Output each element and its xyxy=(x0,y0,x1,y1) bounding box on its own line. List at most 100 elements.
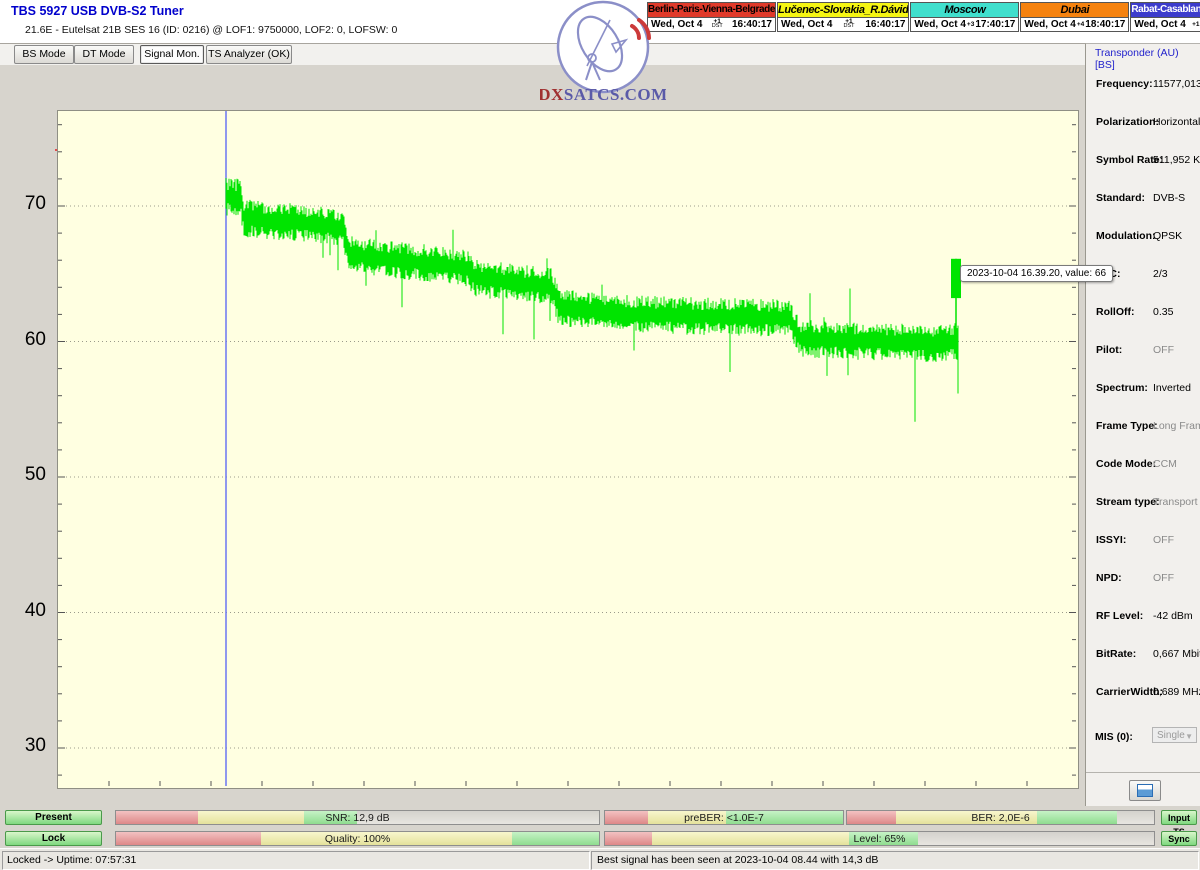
clock-time: 18:40:17 xyxy=(1085,19,1125,30)
transponder-row-label: Pilot: xyxy=(1096,344,1122,356)
transponder-row-value: CCM xyxy=(1153,458,1177,470)
quality-meter: Quality: 100% xyxy=(115,831,600,846)
transponder-row-value: 2/3 xyxy=(1153,268,1168,280)
lock-uptime-status: Locked -> Uptime: 07:57:31 xyxy=(3,852,589,868)
status-bar: Locked -> Uptime: 07:57:31 Best signal h… xyxy=(0,848,1200,870)
clock-time: 16:40:17 xyxy=(865,19,905,30)
meter-text: preBER: <1.0E-7 xyxy=(605,812,843,824)
tab-signal-mon[interactable]: Signal Mon. xyxy=(140,45,204,64)
clock-timezone-offset: +1 xyxy=(1192,22,1199,27)
chevron-down-icon: ▼ xyxy=(1185,729,1193,744)
clock-date: Wed, Oct 4 xyxy=(914,19,966,30)
clock-time: 17:40:17 xyxy=(975,19,1015,30)
transponder-row-label: Frequency: xyxy=(1096,78,1153,90)
clock-utc-offset: +1 xyxy=(1192,22,1199,27)
transponder-row-label: Frame Type: xyxy=(1096,420,1158,432)
transponder-row-label: Stream type: xyxy=(1096,496,1160,508)
present-indicator-button[interactable]: Present xyxy=(5,810,102,825)
transponder-row-value: Long Frame xyxy=(1153,420,1200,432)
clock-dst-flag: DST xyxy=(712,24,723,29)
transponder-row-value: Transport xyxy=(1153,496,1198,508)
clock-dst-flag: DST xyxy=(843,24,854,29)
y-axis-label: 40 xyxy=(8,600,46,622)
panel-separator xyxy=(1086,772,1200,773)
transponder-row-label: Modulation: xyxy=(1096,230,1155,242)
transponder-row-value: 11577,013 MHz xyxy=(1153,78,1200,90)
clock-time: 16:40:17 xyxy=(732,19,772,30)
transponder-row-value: 511,952 KS/s xyxy=(1153,154,1200,166)
transponder-row-label: RF Level: xyxy=(1096,610,1143,622)
transponder-row-value: QPSK xyxy=(1153,230,1182,242)
sync-ts-button[interactable]: Sync TS xyxy=(1161,831,1197,846)
clock-date: Wed, Oct 4 xyxy=(781,19,833,30)
y-axis-label: 60 xyxy=(8,329,46,351)
satellite-subtitle: 21.6E - Eutelsat 21B SES 16 (ID: 0216) @… xyxy=(25,24,397,36)
transponder-row-label: NPD: xyxy=(1096,572,1122,584)
meter-text: SNR: 12,9 dB xyxy=(116,812,599,824)
meter-text: Level: 65% xyxy=(605,833,1154,845)
page-title: TBS 5927 USB DVB-S2 Tuner xyxy=(11,4,184,18)
tab-dt-mode[interactable]: DT Mode xyxy=(74,45,134,64)
best-signal-status: Best signal has been seen at 2023-10-04 … xyxy=(592,852,1198,868)
transponder-row-label: ISSYI: xyxy=(1096,534,1126,546)
mis-label: MIS (0): xyxy=(1095,731,1133,743)
world-clocks: Berlin-Paris-Vienna-Belgrade Wed, Oct 4 +1… xyxy=(647,2,1198,32)
mis-selected-value: Single xyxy=(1157,730,1185,741)
ber-meter: BER: 2,0E-6 xyxy=(846,810,1155,825)
transponder-row-label: BitRate: xyxy=(1096,648,1136,660)
transponder-row-value: 0.35 xyxy=(1153,306,1173,318)
transponder-row-label: Standard: xyxy=(1096,192,1145,204)
tab-ts-analyzer-ok[interactable]: TS Analyzer (OK) xyxy=(206,45,292,64)
transponder-row-label: Code Mode: xyxy=(1096,458,1156,470)
world-clock: Rabat-Casablanca-LondonWed, Oct 4+115:40… xyxy=(1130,2,1200,32)
clock-date: Wed, Oct 4 xyxy=(1024,19,1076,30)
input-ts-button[interactable]: Input TS xyxy=(1161,810,1197,825)
clock-city-label: Dubai xyxy=(1021,3,1128,18)
transponder-row-value: OFF xyxy=(1153,534,1174,546)
export-button[interactable] xyxy=(1129,780,1161,801)
clock-timezone-offset: +4 xyxy=(1077,22,1084,27)
clock-date: Wed, Oct 4 xyxy=(1134,19,1186,30)
y-axis-label: 70 xyxy=(8,193,46,215)
tuner-app-window: TBS 5927 USB DVB-S2 Tuner 21.6E - Eutels… xyxy=(0,0,1200,870)
world-clock: Berlin-Paris-Vienna-BelgradeWed, Oct 4+1… xyxy=(647,2,776,32)
mis-dropdown[interactable]: Single ▼ xyxy=(1152,727,1197,743)
clock-utc-offset: +4 xyxy=(1077,22,1084,27)
status-panel-left: Locked -> Uptime: 07:57:31 xyxy=(2,851,590,870)
transponder-row-value: DVB-S xyxy=(1153,192,1185,204)
transponder-panel: Transponder (AU) [BS] Frequency:11577,01… xyxy=(1085,43,1200,806)
clock-city-label: Rabat-Casablanca-London xyxy=(1131,3,1200,18)
logo-text-dx: DX xyxy=(540,85,564,104)
satellite-dish-icon: DXSATCS.COM xyxy=(540,0,666,106)
world-clock: Lučenec-Slovakia_R.DávidWed, Oct 4+1DST1… xyxy=(777,2,909,32)
clock-utc-offset: +3 xyxy=(967,22,974,27)
y-axis-label: 50 xyxy=(8,464,46,486)
transponder-panel-title: Transponder (AU) [BS] xyxy=(1095,47,1200,71)
transponder-row-value: OFF xyxy=(1153,572,1174,584)
world-clock: MoscowWed, Oct 4+317:40:17 xyxy=(910,2,1019,32)
clock-timezone-offset: +1DST xyxy=(712,19,723,29)
preber-meter: preBER: <1.0E-7 xyxy=(604,810,844,825)
clock-city-label: Moscow xyxy=(911,3,1018,18)
transponder-row-value: OFF xyxy=(1153,344,1174,356)
level-meter: Level: 65% xyxy=(604,831,1155,846)
transponder-row-value: 0,667 Mbit/s xyxy=(1153,648,1200,660)
signal-chart-plot[interactable] xyxy=(57,110,1079,789)
svg-text:DXSATCS.COM: DXSATCS.COM xyxy=(540,85,666,104)
meter-text: BER: 2,0E-6 xyxy=(847,812,1154,824)
status-panel-right: Best signal has been seen at 2023-10-04 … xyxy=(591,851,1199,870)
transponder-row-value: -42 dBm xyxy=(1153,610,1193,622)
tab-bs-mode[interactable]: BS Mode xyxy=(14,45,74,64)
clock-time-row: Wed, Oct 4+115:40:17 xyxy=(1131,18,1200,32)
y-axis-label: 30 xyxy=(8,735,46,757)
transponder-row-label: Polarization: xyxy=(1096,116,1159,128)
clock-timezone-offset: +3 xyxy=(967,22,974,27)
clock-city-label: Berlin-Paris-Vienna-Belgrade xyxy=(648,3,775,18)
snr-meter: SNR: 12,9 dB xyxy=(115,810,600,825)
transponder-row-label: RollOff: xyxy=(1096,306,1135,318)
lock-indicator-button[interactable]: Lock xyxy=(5,831,102,846)
clock-time-row: Wed, Oct 4+1DST16:40:17 xyxy=(648,18,775,32)
clock-time-row: Wed, Oct 4+418:40:17 xyxy=(1021,18,1128,32)
logo-text-rest: SATCS.COM xyxy=(564,85,666,104)
chart-tooltip: 2023-10-04 16.39.20, value: 66 xyxy=(960,265,1113,282)
